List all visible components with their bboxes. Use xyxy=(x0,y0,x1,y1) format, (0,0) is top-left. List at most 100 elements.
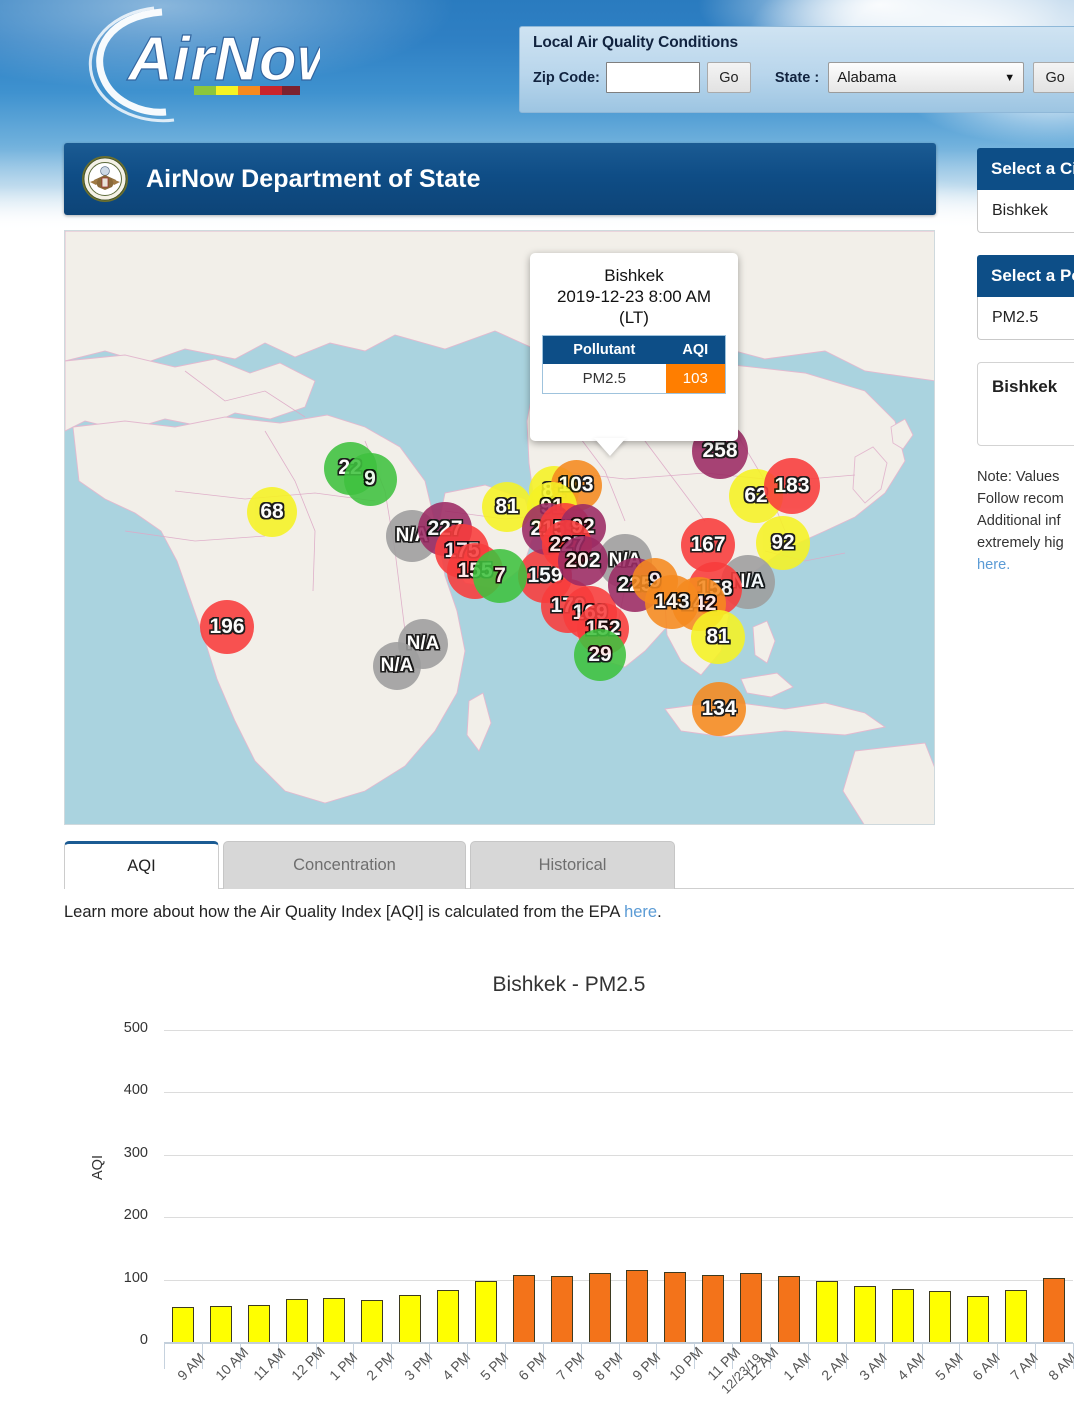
popup-city: Bishkek xyxy=(542,265,726,286)
chart-bar-cell xyxy=(619,1030,657,1342)
chart-bar-cell xyxy=(656,1030,694,1342)
chart-bar[interactable] xyxy=(702,1275,724,1342)
chart-bar-cell xyxy=(353,1030,391,1342)
chart-x-tick-label: 7 PM xyxy=(553,1349,587,1383)
city-info-title: Bishkek xyxy=(992,377,1074,397)
chart-bar-cell xyxy=(694,1030,732,1342)
map-marker[interactable]: 68 xyxy=(247,487,297,537)
chart-bar[interactable] xyxy=(664,1272,686,1342)
chart-y-tick-label: 300 xyxy=(88,1145,148,1161)
tab-concentration[interactable]: Concentration xyxy=(223,841,466,889)
tab-historical[interactable]: Historical xyxy=(470,841,675,889)
chart-bar[interactable] xyxy=(361,1300,383,1342)
chart-x-tick-label: 9 PM xyxy=(629,1349,663,1383)
state-label: State : xyxy=(775,70,819,86)
map-marker[interactable]: 7 xyxy=(473,549,527,603)
chart-bar-cell xyxy=(316,1030,354,1342)
chart-bar[interactable] xyxy=(589,1273,611,1342)
chart-bar-cell xyxy=(997,1030,1035,1342)
chart-bar-cell xyxy=(164,1030,202,1342)
local-aq-title: Local Air Quality Conditions xyxy=(533,34,1074,52)
chart-bar[interactable] xyxy=(399,1295,421,1342)
map-marker[interactable]: 202 xyxy=(558,536,608,586)
chart-bar[interactable] xyxy=(172,1307,194,1342)
chart-bar[interactable] xyxy=(475,1281,497,1342)
city-select[interactable]: Bishkek xyxy=(977,190,1074,233)
chart-x-tick-label: 2 PM xyxy=(363,1349,397,1383)
aqi-bar-chart: Bishkek - PM2.5 AQI 0100200300400500 9 A… xyxy=(64,955,1074,1415)
chart-x-tick-label: 6 PM xyxy=(515,1349,549,1383)
map-marker[interactable]: 9 xyxy=(344,453,397,506)
zip-go-button[interactable]: Go xyxy=(707,62,751,93)
map-marker[interactable]: 134 xyxy=(692,682,746,736)
zip-code-label: Zip Code: xyxy=(533,70,600,86)
chart-bar[interactable] xyxy=(210,1306,232,1342)
map-marker[interactable]: 143 xyxy=(645,575,699,629)
chart-x-tick-label: 3 PM xyxy=(401,1349,435,1383)
chart-bar[interactable] xyxy=(248,1305,270,1342)
us-department-of-state-seal-icon xyxy=(82,156,128,202)
state-select[interactable]: Alabama ▼ xyxy=(828,62,1024,93)
chart-bar[interactable] xyxy=(286,1299,308,1342)
chart-x-tick-label: 4 PM xyxy=(439,1349,473,1383)
learn-more-prefix: Learn more about how the Air Quality Ind… xyxy=(64,903,624,921)
chart-bar[interactable] xyxy=(854,1286,876,1342)
chart-bar-cell xyxy=(505,1030,543,1342)
map-marker[interactable]: 183 xyxy=(764,458,820,514)
chart-bar-cell xyxy=(884,1030,922,1342)
chart-bar[interactable] xyxy=(626,1270,648,1342)
airnow-logo[interactable]: AirNow xyxy=(70,2,320,127)
chart-bar[interactable] xyxy=(967,1296,989,1342)
chart-y-tick-label: 100 xyxy=(88,1270,148,1286)
map-marker[interactable]: 81 xyxy=(691,610,745,664)
pollutant-select[interactable]: PM2.5 xyxy=(977,297,1074,340)
note-line-2: Follow recom xyxy=(977,488,1074,510)
chart-x-tick-label: 1 PM xyxy=(326,1349,360,1383)
chart-bar[interactable] xyxy=(740,1273,762,1342)
popup-col-aqi: AQI xyxy=(666,336,726,365)
popup-aqi-value: 103 xyxy=(666,364,726,394)
note-here-link[interactable]: here. xyxy=(977,557,1010,573)
chart-x-tick-label: 10 AM xyxy=(212,1344,251,1383)
chart-bar-cell xyxy=(959,1030,997,1342)
chart-bar[interactable] xyxy=(929,1291,951,1342)
chart-bar[interactable] xyxy=(437,1290,459,1342)
map-marker[interactable]: 196 xyxy=(200,600,254,654)
state-go-button[interactable]: Go xyxy=(1033,62,1074,93)
chart-bar[interactable] xyxy=(323,1298,345,1342)
map-popup[interactable]: Bishkek 2019-12-23 8:00 AM (LT) Pollutan… xyxy=(530,253,738,441)
chart-x-tick-label: 8 PM xyxy=(591,1349,625,1383)
chart-bar[interactable] xyxy=(1005,1290,1027,1342)
epa-here-link[interactable]: here xyxy=(624,903,657,921)
chart-bar[interactable] xyxy=(816,1281,838,1342)
chart-x-tickmark xyxy=(164,1343,165,1369)
right-sidebar: Select a City Bishkek Select a Pollutant… xyxy=(977,148,1074,576)
tab-aqi[interactable]: AQI xyxy=(64,841,219,889)
chart-bar-cell xyxy=(1035,1030,1073,1342)
sidebar-note: Note: Values Follow recom Additional inf… xyxy=(977,466,1074,576)
learn-more-text: Learn more about how the Air Quality Ind… xyxy=(64,903,662,922)
map-marker[interactable]: N/A xyxy=(373,642,421,690)
map-marker[interactable]: 29 xyxy=(574,629,626,681)
chart-bar[interactable] xyxy=(1043,1278,1065,1342)
chart-bar-cell xyxy=(429,1030,467,1342)
chart-bar-cell xyxy=(278,1030,316,1342)
chart-bar[interactable] xyxy=(892,1289,914,1342)
chart-bar[interactable] xyxy=(778,1276,800,1342)
zip-code-input[interactable] xyxy=(606,62,700,93)
chart-x-tick-label: 10 PM xyxy=(666,1343,706,1383)
chart-x-tick-label: 5 PM xyxy=(477,1349,511,1383)
note-line-4: extremely hig xyxy=(977,532,1074,554)
chart-bar[interactable] xyxy=(513,1275,535,1342)
note-line-3: Additional inf xyxy=(977,510,1074,532)
chart-y-tick-label: 0 xyxy=(88,1332,148,1348)
chart-bar[interactable] xyxy=(551,1276,573,1342)
chart-bar-cell xyxy=(543,1030,581,1342)
content-tabs[interactable]: AQI Concentration Historical xyxy=(64,841,1074,889)
city-info-card: Bishkek xyxy=(977,362,1074,446)
note-line-1: Note: Values xyxy=(977,466,1074,488)
air-quality-map[interactable]: 22968N/A2271751557196N/AN/A8181103912155… xyxy=(64,230,935,825)
chart-bar-cell xyxy=(581,1030,619,1342)
chart-x-tick-label: 8 AM xyxy=(1045,1349,1074,1383)
chart-bar-cell xyxy=(770,1030,808,1342)
